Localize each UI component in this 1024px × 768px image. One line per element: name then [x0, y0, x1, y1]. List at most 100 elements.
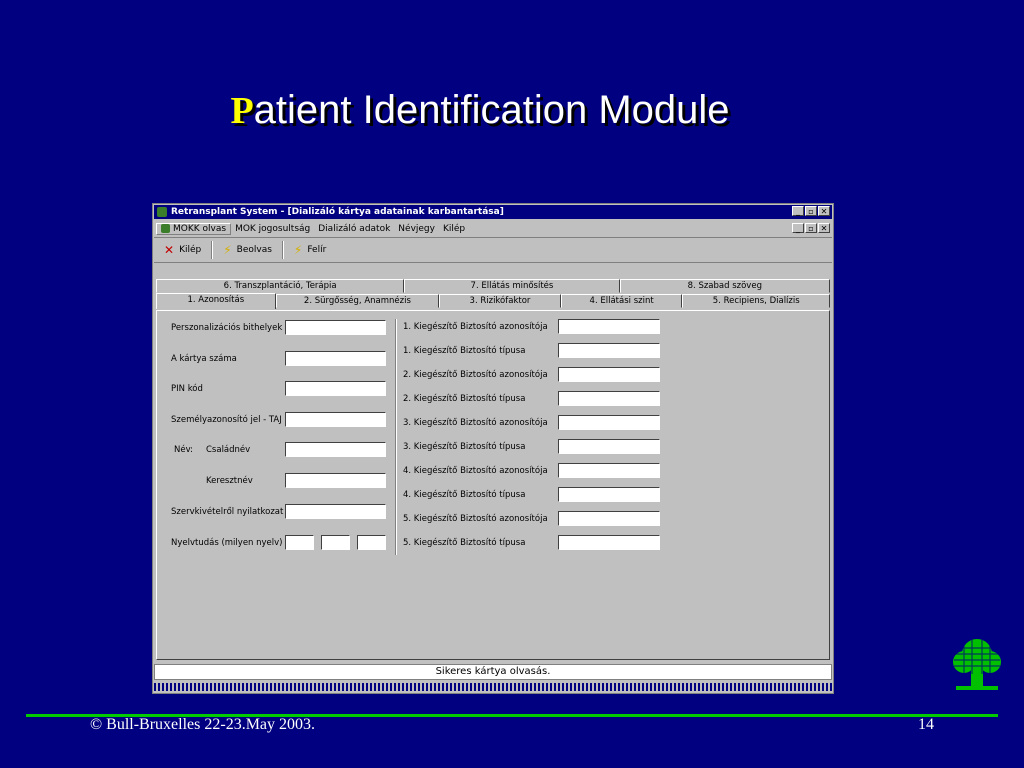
tab-row-front: 1. Azonosítás 2. Sürgősség, Anamnézis 3.…: [156, 293, 830, 309]
field-label: PIN kód: [171, 384, 203, 394]
child-minimize-button[interactable]: _: [792, 223, 804, 233]
tab-ellatasi-szint[interactable]: 4. Ellátási szint: [560, 294, 683, 308]
organ-input[interactable]: [285, 504, 386, 519]
menu-label: MOKK olvas: [173, 223, 227, 234]
given-name-input[interactable]: [285, 473, 386, 488]
field-label: Nyelvtudás (milyen nyelv): [171, 538, 283, 548]
field-label: 3. Kiegészítő Biztosító típusa: [403, 442, 525, 452]
tab-recipiens[interactable]: 5. Recipiens, Dialízis: [682, 294, 830, 308]
app-tree-icon: [157, 207, 167, 217]
ins-input-9[interactable]: [558, 511, 660, 526]
ins-label-8: 4. Kiegészítő Biztosító típusa: [403, 490, 526, 500]
exit-label: Kilép: [179, 245, 202, 255]
ins-input-6[interactable]: [558, 439, 660, 454]
field-label: Személyazonosító jel - TAJ: [171, 415, 282, 425]
minimize-button[interactable]: _: [792, 206, 804, 216]
status-bar: Sikeres kártya olvasás.: [154, 664, 832, 680]
close-button[interactable]: ✕: [818, 206, 830, 216]
field-label: Szervkivételről nyilatkozat: [171, 507, 283, 517]
field-label: 1. Kiegészítő Biztosító azonosítója: [403, 322, 548, 332]
bull-tree-logo-icon: [953, 639, 1001, 690]
window-title: Retransplant System - [Dializáló kártya …: [171, 207, 504, 217]
child-close-button[interactable]: ✕: [818, 223, 830, 233]
ins-input-4[interactable]: [558, 391, 660, 406]
ins-label-4: 2. Kiegészítő Biztosító típusa: [403, 394, 526, 404]
taj-input[interactable]: [285, 412, 386, 427]
tab-transzplantacio[interactable]: 6. Transzplantáció, Terápia: [156, 279, 405, 293]
lightning-icon: ⚡: [293, 243, 303, 257]
field-label: Keresztnév: [206, 476, 253, 486]
ins-label-9: 5. Kiegészítő Biztosító azonosítója: [403, 514, 548, 524]
menu-kilep[interactable]: Kilép: [439, 224, 469, 234]
family-name-input[interactable]: [285, 442, 386, 457]
organ-label: Szervkivételről nyilatkozat: [171, 507, 284, 517]
ins-input-2[interactable]: [558, 343, 660, 358]
field-label: 1. Kiegészítő Biztosító típusa: [403, 346, 525, 356]
ins-input-1[interactable]: [558, 319, 660, 334]
slide-title: Patient Identification Module: [0, 88, 960, 133]
ins-label-10: 5. Kiegészítő Biztosító típusa: [403, 538, 526, 548]
field-label: Családnév: [206, 445, 250, 455]
ins-label-7: 4. Kiegészítő Biztosító azonosítója: [403, 466, 548, 476]
field-label: Perszonalizációs bithelyek: [171, 323, 282, 333]
card-no-input[interactable]: [285, 351, 386, 366]
menu-mokk-olvas[interactable]: MOKK olvas: [156, 222, 232, 235]
tab-azonositas[interactable]: 1. Azonosítás: [156, 293, 276, 309]
write-button[interactable]: ⚡ Felír: [284, 241, 336, 259]
slide-title-initial: P: [230, 90, 254, 132]
tab-row-back: 6. Transzplantáció, Terápia 7. Ellátás m…: [156, 279, 830, 293]
slide-title-rest: atient Identification Module: [253, 88, 730, 132]
mdi-tree-icon: [161, 224, 170, 233]
pers-input[interactable]: [285, 320, 386, 335]
field-label: 4. Kiegészítő Biztosító azonosítója: [403, 466, 548, 476]
application-window: Retransplant System - [Dializáló kártya …: [152, 203, 834, 694]
window-titlebar[interactable]: Retransplant System - [Dializáló kártya …: [154, 205, 832, 219]
given-name-label: Keresztnév: [206, 476, 253, 486]
language-input-2[interactable]: [321, 535, 350, 550]
tab-szabad-szoveg[interactable]: 8. Szabad szöveg: [619, 279, 830, 293]
ins-label-5: 3. Kiegészítő Biztosító azonosítója: [403, 418, 548, 428]
ins-input-7[interactable]: [558, 463, 660, 478]
ins-input-3[interactable]: [558, 367, 660, 382]
pin-label: PIN kód: [171, 384, 203, 394]
toolbar: ✕ Kilép ⚡ Beolvas ⚡ Felír: [154, 238, 832, 263]
field-label: A kártya száma: [171, 354, 237, 364]
field-label: Név:: [174, 445, 193, 455]
field-label: 2. Kiegészítő Biztosító azonosítója: [403, 370, 548, 380]
tab-surgosseg[interactable]: 2. Sürgősség, Anamnézis: [275, 294, 440, 308]
field-label: 2. Kiegészítő Biztosító típusa: [403, 394, 525, 404]
ins-input-10[interactable]: [558, 535, 660, 550]
read-label: Beolvas: [236, 245, 272, 255]
ins-label-3: 2. Kiegészítő Biztosító azonosítója: [403, 370, 548, 380]
menu-nevjegy[interactable]: Névjegy: [394, 224, 439, 234]
restore-button[interactable]: ▫: [805, 206, 817, 216]
tab-rizikofaktor[interactable]: 3. Rizikófaktor: [439, 294, 561, 308]
lightning-icon: ⚡: [223, 243, 232, 257]
exit-button[interactable]: ✕ Kilép: [154, 241, 211, 259]
column-divider: [395, 319, 397, 555]
close-x-icon: ✕: [164, 243, 175, 257]
ins-input-5[interactable]: [558, 415, 660, 430]
language-label: Nyelvtudás (milyen nyelv): [171, 538, 283, 548]
menu-mok-jogosultsag[interactable]: MOK jogosultság: [231, 224, 314, 234]
write-label: Felír: [307, 245, 327, 255]
ins-label-6: 3. Kiegészítő Biztosító típusa: [403, 442, 526, 452]
ins-label-1: 1. Kiegészítő Biztosító azonosítója: [403, 322, 548, 332]
menu-dializalo-adatok[interactable]: Dializáló adatok: [314, 224, 394, 234]
menu-bar: MOKK olvas MOK jogosultság Dializáló ada…: [154, 220, 832, 238]
child-restore-button[interactable]: ▫: [805, 223, 817, 233]
language-input-1[interactable]: [285, 535, 314, 550]
card-no-label: A kártya száma: [171, 354, 237, 364]
tab-ellatas-minosites[interactable]: 7. Ellátás minősítés: [404, 279, 620, 293]
read-button[interactable]: ⚡ Beolvas: [213, 241, 282, 259]
pin-input[interactable]: [285, 381, 386, 396]
name-label: Név:: [174, 445, 194, 455]
ins-input-8[interactable]: [558, 487, 660, 502]
ins-label-2: 1. Kiegészítő Biztosító típusa: [403, 346, 526, 356]
language-input-3[interactable]: [357, 535, 386, 550]
footer-copyright: © Bull-Bruxelles 22-23.May 2003.: [90, 716, 316, 733]
pers-label: Perszonalizációs bithelyek: [171, 323, 283, 333]
taj-label: Személyazonosító jel - TAJ: [171, 415, 282, 425]
field-label: 4. Kiegészítő Biztosító típusa: [403, 490, 525, 500]
field-label: 5. Kiegészítő Biztosító azonosítója: [403, 514, 548, 524]
